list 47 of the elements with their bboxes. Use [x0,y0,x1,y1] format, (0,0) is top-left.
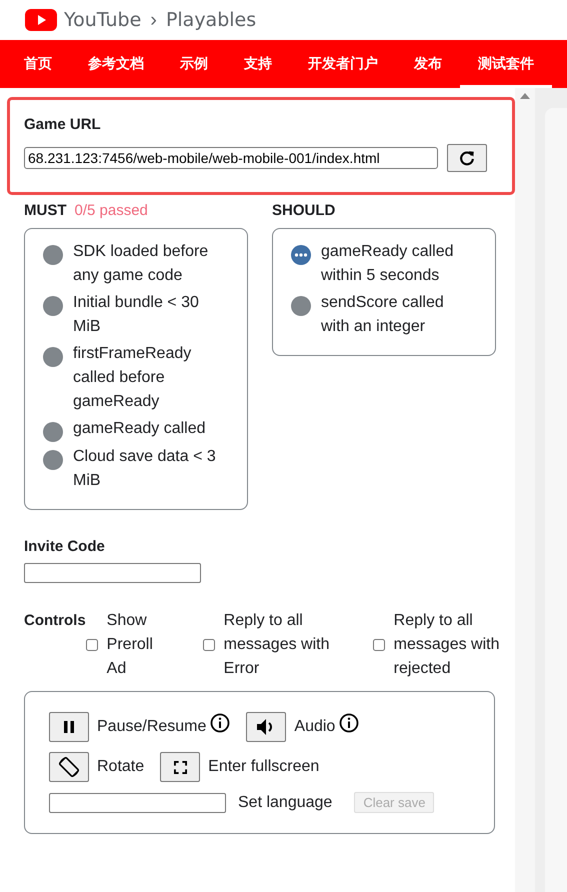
control-button[interactable] [49,752,89,782]
game-url-label: Game URL [24,116,102,133]
option-checkbox[interactable] [372,639,385,651]
reload-icon [458,149,476,167]
option-label: Reply to all messages with rejected [394,611,500,679]
option-checkbox[interactable] [86,639,98,651]
option-label: Reply to all messages with Error [224,611,330,679]
control-label: Pause/Resume [97,718,206,736]
breadcrumb-separator: › [150,8,157,32]
control-button[interactable] [246,712,286,742]
logo-icon [25,9,57,31]
controls-label: Controls [24,611,86,631]
control-button[interactable] [160,752,200,782]
info-icon[interactable] [210,713,230,733]
check-label: Cloud save data < 3 MiB [73,447,217,491]
control-label: Audio [294,718,336,736]
invite-code-field[interactable] [24,563,201,583]
nav-tab[interactable]: 发布 [396,40,460,88]
control-label: Enter fullscreen [208,758,320,776]
nav-tab[interactable]: 支持 [226,40,290,88]
nav-tab[interactable]: 开发者门户 [290,40,396,88]
pause-icon [62,720,76,734]
rotate-icon [57,755,81,779]
control-label: Rotate [97,758,144,776]
nav-tab[interactable]: 示例 [162,40,226,88]
check-label: SDK loaded before any game code [73,242,210,286]
nav-tab[interactable]: 首页 [6,40,70,88]
passed-count: 0/5 passed [74,202,148,218]
control-button[interactable] [49,712,89,742]
scroll-up-icon[interactable] [520,93,530,99]
invite-code-label: Invite Code [24,538,106,555]
game-url-field[interactable]: 68.231.123:7456/web-mobile/web-mobile-001/index.html [24,147,438,169]
check-group-title: SHOULD [272,202,336,218]
brand-name: YouTube [64,9,142,31]
check-group-title: MUST [24,202,66,218]
check-label: gameReady called [73,419,206,439]
nav-tab[interactable]: 参考文档 [70,40,162,88]
language-label: Set language [238,794,332,812]
option-checkbox[interactable] [202,639,215,651]
fullscreen-icon [174,760,187,774]
info-icon[interactable] [339,713,360,733]
reload-button[interactable] [447,144,487,172]
product-name: Playables [166,9,256,31]
scrollbar[interactable] [515,88,535,892]
option-label: Show Preroll Ad [106,611,154,679]
language-field[interactable] [49,792,226,812]
check-label: sendScore called with an integer [321,293,445,337]
